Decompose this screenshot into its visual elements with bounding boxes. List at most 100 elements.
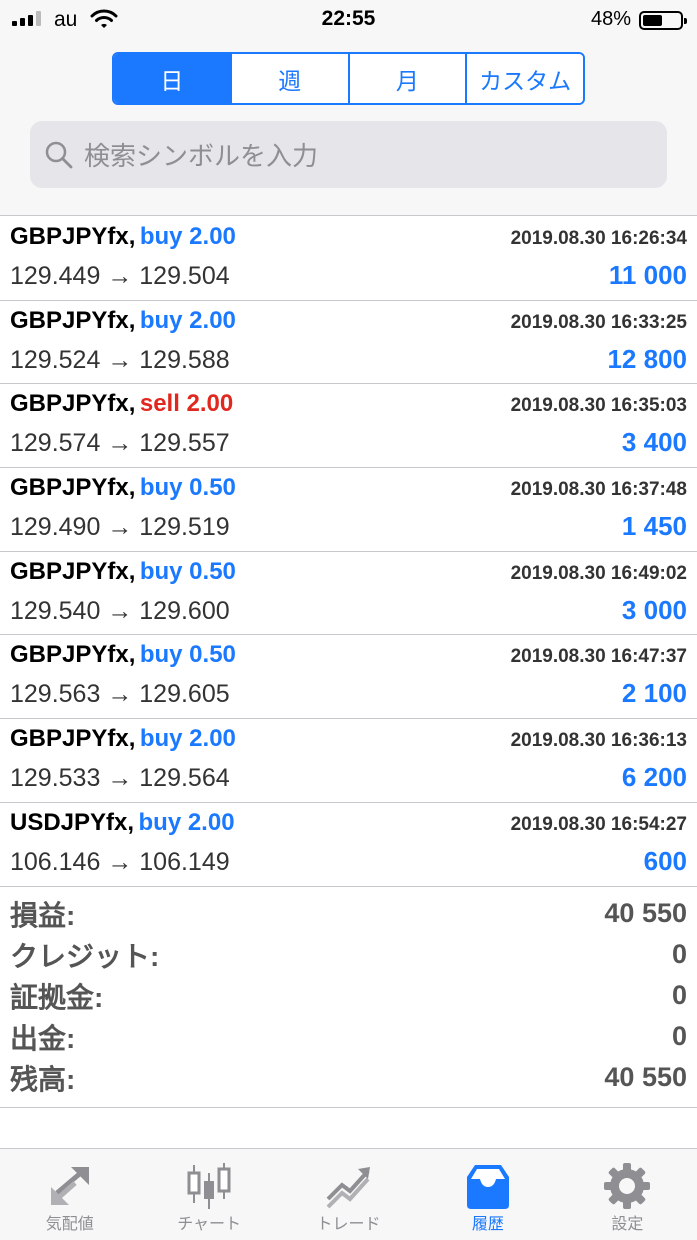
candlestick-icon — [187, 1163, 231, 1209]
summary-label: 残高: — [10, 1063, 76, 1095]
summary-divider — [0, 1107, 697, 1108]
summary-value: 0 — [671, 980, 687, 1010]
gear-icon — [604, 1163, 651, 1209]
summary-row: 損益: 40 550 — [10, 893, 687, 934]
deal-symbol: GBPJPYfx, — [10, 725, 136, 753]
period-month-tab[interactable]: 月 — [349, 54, 468, 103]
deal-side-volume: buy 2.00 — [139, 223, 236, 250]
deal-symbol: GBPJPYfx, — [10, 474, 136, 502]
deal-time: 2019.08.30 16:35:03 — [510, 395, 687, 417]
history-header: 日 週 月 カスタム 検索シンボルを入力 — [0, 40, 697, 216]
summary-value: 0 — [671, 939, 687, 969]
deal-prices: 106.146 → 106.149 — [10, 847, 230, 876]
deal-time: 2019.08.30 16:33:25 — [510, 311, 687, 333]
deal-symbol: GBPJPYfx, — [10, 390, 136, 418]
account-summary: 損益: 40 550 クレジット: 0 証拠金: 0 出金: 0 残高: 40 550 — [0, 893, 697, 1098]
summary-label: 証拠金: — [10, 981, 104, 1013]
deal-row[interactable]: GBPJPYfx, sell 2.00 2019.08.30 16:35:03 12… — [0, 384, 697, 469]
summary-value: 40 550 — [604, 1062, 687, 1092]
tab-quotes[interactable]: 気配値 — [0, 1149, 139, 1240]
deal-symbol: GBPJPYfx, — [10, 641, 136, 669]
deal-profit: 600 — [643, 845, 687, 876]
deal-symbol: GBPJPYfx, — [10, 557, 136, 585]
quotes-arrows-icon — [50, 1167, 89, 1205]
period-week-tab[interactable]: 週 — [231, 54, 350, 103]
symbol-search-field[interactable]: 検索シンボルを入力 — [30, 121, 667, 188]
deal-prices: 129.524 → 129.588 — [10, 345, 230, 374]
deal-row[interactable]: GBPJPYfx, buy 2.00 2019.08.30 16:33:25 129… — [0, 301, 697, 385]
deal-prices: 129.533 → 129.564 — [10, 764, 230, 793]
deal-profit: 2 100 — [621, 678, 687, 709]
deal-side-volume: buy 0.50 — [139, 641, 236, 669]
deal-time: 2019.08.30 16:26:34 — [510, 228, 687, 249]
tab-settings-label: 設定 — [611, 1216, 644, 1233]
summary-value: 0 — [671, 1021, 687, 1051]
deal-header: GBPJPYfx, sell 2.00 — [10, 390, 233, 418]
deal-row[interactable]: GBPJPYfx, buy 0.50 2019.08.30 16:49:02 129… — [0, 552, 697, 636]
tab-chart-label: チャート — [177, 1216, 242, 1233]
deal-profit: 1 450 — [621, 511, 687, 542]
deal-profit: 11 000 — [608, 260, 687, 290]
battery-percent: 48% — [590, 8, 631, 30]
deal-side-volume: buy 2.00 — [138, 808, 235, 836]
deal-profit: 12 800 — [607, 343, 687, 374]
deal-symbol: USDJPYfx, — [10, 808, 135, 836]
tab-quotes-label: 気配値 — [45, 1216, 94, 1233]
deal-time: 2019.08.30 16:47:37 — [510, 646, 687, 668]
trend-line-icon — [326, 1167, 370, 1209]
tab-chart[interactable]: チャート — [139, 1149, 278, 1240]
deal-prices: 129.449 → 129.504 — [10, 262, 230, 290]
summary-row: クレジット: 0 — [10, 934, 687, 975]
deal-row[interactable]: GBPJPYfx, buy 2.00 2019.08.30 16:26:34 129… — [0, 217, 697, 301]
summary-row: 出金: 0 — [10, 1016, 687, 1057]
tab-trade[interactable]: トレード — [279, 1149, 418, 1240]
deal-row[interactable]: GBPJPYfx, buy 0.50 2019.08.30 16:47:37 129… — [0, 635, 697, 720]
deal-side-volume: buy 0.50 — [139, 474, 236, 502]
summary-label: 出金: — [10, 1022, 76, 1054]
search-icon — [45, 141, 73, 168]
deal-symbol: GBPJPYfx, — [10, 306, 136, 334]
deal-time: 2019.08.30 16:54:27 — [510, 813, 687, 835]
deal-header: GBPJPYfx, buy 2.00 — [10, 307, 236, 335]
deal-row[interactable]: GBPJPYfx, buy 2.00 2019.08.30 16:36:13 129… — [0, 719, 697, 803]
deal-header: USDJPYfx, buy 2.00 — [10, 809, 235, 837]
summary-label: 損益: — [10, 899, 76, 931]
deal-profit: 3 400 — [621, 427, 687, 458]
deal-side-volume: buy 0.50 — [139, 557, 236, 585]
tab-trade-label: トレード — [316, 1216, 381, 1233]
deal-side-volume: sell 2.00 — [139, 390, 234, 418]
deal-time: 2019.08.30 16:36:13 — [510, 730, 687, 752]
tab-history-label: 履歴 — [471, 1216, 504, 1233]
deal-row[interactable]: GBPJPYfx, buy 0.50 2019.08.30 16:37:48 129… — [0, 468, 697, 552]
period-custom-tab[interactable]: カスタム — [467, 54, 583, 103]
period-day-tab[interactable]: 日 — [114, 54, 232, 103]
bottom-tab-bar: 気配値 チャート トレード 履歴 設定 — [0, 1148, 697, 1240]
deal-side-volume: buy 2.00 — [139, 306, 236, 334]
deal-header: GBPJPYfx, buy 0.50 — [10, 641, 236, 669]
deal-symbol: GBPJPYfx, — [10, 223, 136, 250]
deal-header: GBPJPYfx, buy 2.00 — [10, 725, 236, 753]
deal-header: GBPJPYfx, buy 0.50 — [10, 558, 236, 586]
status-bar: au 22:55 48% — [0, 0, 697, 40]
summary-label: クレジット: — [10, 940, 160, 972]
deal-list: GBPJPYfx, buy 2.00 2019.08.30 16:26:34 129… — [0, 217, 697, 887]
deal-header: GBPJPYfx, buy 0.50 — [10, 474, 236, 502]
search-placeholder: 検索シンボルを入力 — [84, 141, 319, 171]
deal-time: 2019.08.30 16:49:02 — [510, 562, 687, 584]
deal-side-volume: buy 2.00 — [139, 725, 236, 753]
summary-row: 残高: 40 550 — [10, 1057, 687, 1098]
deal-profit: 3 000 — [621, 594, 687, 625]
summary-row: 証拠金: 0 — [10, 975, 687, 1016]
deal-profit: 6 200 — [621, 762, 687, 793]
deal-header: GBPJPYfx, buy 2.00 — [10, 223, 236, 251]
battery-icon — [639, 11, 687, 30]
deal-row[interactable]: USDJPYfx, buy 2.00 2019.08.30 16:54:27 106… — [0, 803, 697, 887]
deal-prices: 129.574 → 129.557 — [10, 429, 230, 458]
tab-history[interactable]: 履歴 — [418, 1149, 557, 1240]
deal-prices: 129.490 → 129.519 — [10, 513, 230, 542]
inbox-tray-icon — [466, 1165, 509, 1209]
deal-prices: 129.563 → 129.605 — [10, 680, 230, 709]
tab-settings[interactable]: 設定 — [558, 1149, 697, 1240]
period-segmented-control: 日 週 月 カスタム — [112, 52, 585, 105]
deal-prices: 129.540 → 129.600 — [10, 596, 230, 625]
